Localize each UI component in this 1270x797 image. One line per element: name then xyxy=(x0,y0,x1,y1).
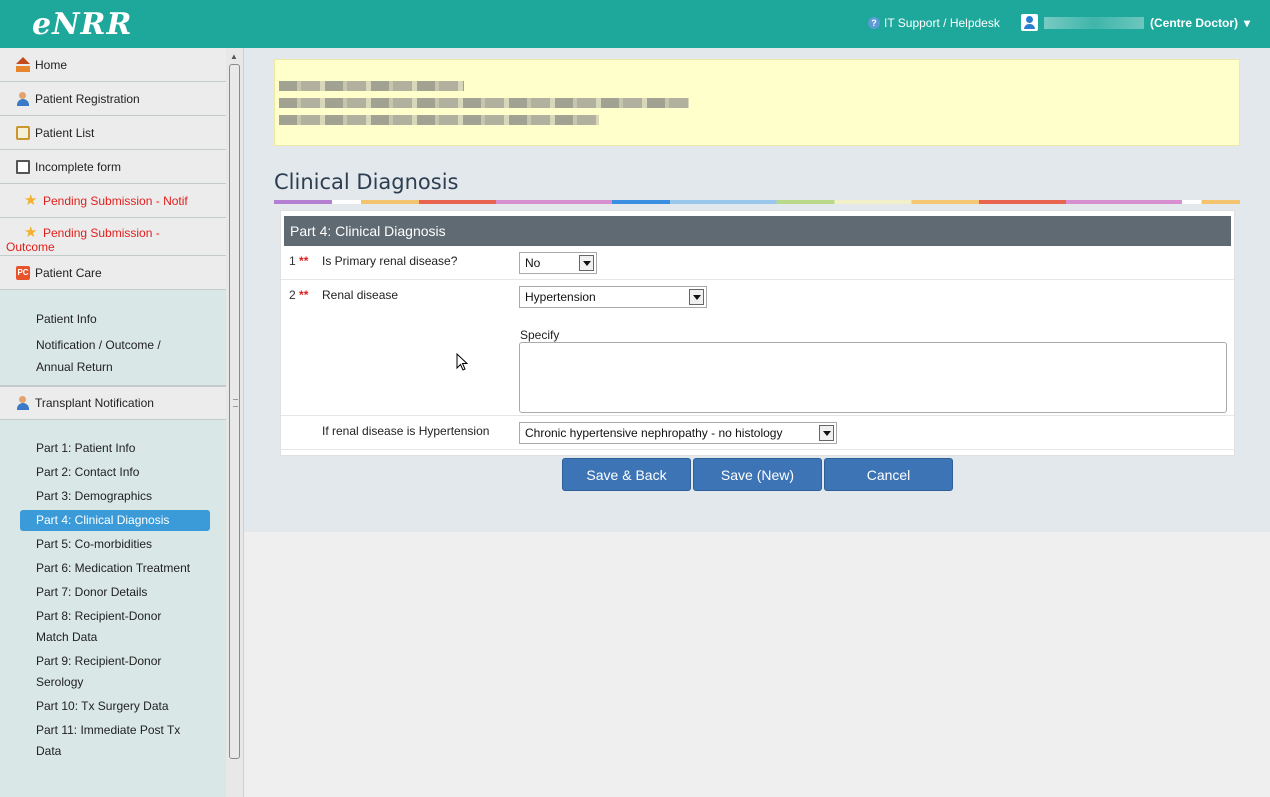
specify-label: Specify xyxy=(520,328,560,342)
sidebar-item-label: Transplant Notification xyxy=(35,396,154,410)
sub-item-part-6[interactable]: Part 6: Medication Treatment xyxy=(0,558,226,579)
form-card: Part 4: Clinical Diagnosis 1 ** Is Prima… xyxy=(280,210,1235,456)
list-icon xyxy=(16,125,30,140)
helpdesk-label: IT Support / Helpdesk xyxy=(884,16,1000,30)
chevron-down-icon xyxy=(689,289,704,305)
star-icon: ★ xyxy=(24,224,38,241)
transplant-submenu: Part 1: Patient Info Part 2: Contact Inf… xyxy=(0,420,226,762)
sub-item-part-11[interactable]: Part 11: Immediate Post Tx xyxy=(0,720,226,741)
sidebar-item-label: Pending Submission - xyxy=(43,226,160,240)
scroll-up-icon[interactable]: ▲ xyxy=(230,52,238,61)
main-content: Clinical Diagnosis Part 4: Clinical Diag… xyxy=(244,48,1270,532)
question-label: Renal disease xyxy=(322,288,399,302)
sub-item-part-1[interactable]: Part 1: Patient Info xyxy=(0,438,226,459)
sub-item-part-9-cont[interactable]: Serology xyxy=(0,672,226,693)
sidebar-item-transplant-notification[interactable]: Transplant Notification xyxy=(0,386,226,420)
scrollbar-thumb[interactable] xyxy=(229,64,240,759)
star-icon: ★ xyxy=(24,191,38,209)
sub-item-annual-return[interactable]: Annual Return xyxy=(0,356,226,378)
pc-icon: PC xyxy=(16,265,30,280)
primary-renal-disease-select[interactable]: No xyxy=(519,252,597,274)
form-row-q3: If renal disease is Hypertension Chronic… xyxy=(281,417,1234,450)
user-menu[interactable]: (Centre Doctor) ▾ xyxy=(1021,14,1250,31)
required-marker: ** xyxy=(299,254,309,268)
redacted-text xyxy=(279,81,464,91)
sub-item-part-7[interactable]: Part 7: Donor Details xyxy=(0,582,226,603)
clipboard-icon xyxy=(16,159,30,174)
sub-item-part-5[interactable]: Part 5: Co-morbidities xyxy=(0,534,226,555)
save-new-button[interactable]: Save (New) xyxy=(693,458,822,491)
person-icon xyxy=(16,91,30,106)
grip-icon xyxy=(233,399,238,407)
chevron-down-icon xyxy=(819,425,834,441)
sub-item-part-8-cont[interactable]: Match Data xyxy=(0,627,226,648)
patient-care-submenu: Patient Info Notification / Outcome / An… xyxy=(0,290,226,386)
save-back-button[interactable]: Save & Back xyxy=(562,458,691,491)
sidebar-item-label: Incomplete form xyxy=(35,159,122,174)
redacted-text xyxy=(279,98,689,108)
sub-item-part-8[interactable]: Part 8: Recipient-Donor xyxy=(0,606,226,627)
helpdesk-link[interactable]: ? IT Support / Helpdesk xyxy=(868,16,1000,30)
sidebar: Home Patient Registration Patient List I… xyxy=(0,48,226,797)
sidebar-item-label: Patient List xyxy=(35,125,95,140)
sidebar-item-pending-notif[interactable]: ★ Pending Submission - Notif xyxy=(0,184,226,218)
user-role: (Centre Doctor) xyxy=(1150,15,1239,30)
patient-info-banner xyxy=(274,59,1240,146)
top-bar: eNRR ? IT Support / Helpdesk (Centre Doc… xyxy=(0,0,1270,48)
sub-item-part-10[interactable]: Part 10: Tx Surgery Data xyxy=(0,696,226,717)
sidebar-item-patient-list[interactable]: Patient List xyxy=(0,116,226,150)
page-title: Clinical Diagnosis xyxy=(274,170,459,194)
sub-item-part-3[interactable]: Part 3: Demographics xyxy=(0,486,226,507)
required-marker: ** xyxy=(299,288,309,302)
sub-item-patient-info[interactable]: Patient Info xyxy=(0,308,226,330)
question-label: Is Primary renal disease? xyxy=(322,254,458,268)
select-value: Chronic hypertensive nephropathy - no hi… xyxy=(525,426,783,440)
sidebar-item-label: Outcome xyxy=(6,240,55,254)
sub-item-part-11-cont[interactable]: Data xyxy=(0,741,226,762)
sub-item-part-9[interactable]: Part 9: Recipient-Donor xyxy=(0,651,226,672)
sidebar-item-label: Home xyxy=(35,57,68,72)
select-value: No xyxy=(525,256,541,270)
person-icon xyxy=(16,396,30,410)
app-logo[interactable]: eNRR xyxy=(32,7,132,42)
select-value: Hypertension xyxy=(525,290,596,304)
sidebar-item-label: Patient Care xyxy=(35,265,102,280)
sidebar-item-pending-outcome[interactable]: ★ Pending Submission - Outcome xyxy=(0,218,226,256)
sub-item-part-4[interactable]: Part 4: Clinical Diagnosis xyxy=(20,510,210,531)
cancel-button[interactable]: Cancel xyxy=(824,458,953,491)
specify-textarea[interactable] xyxy=(519,342,1227,413)
help-icon: ? xyxy=(868,17,880,29)
home-icon xyxy=(16,56,30,72)
chevron-down-icon xyxy=(579,255,594,271)
sidebar-item-home[interactable]: Home xyxy=(0,48,226,82)
sidebar-scrollbar[interactable]: ▲ xyxy=(226,48,244,797)
sidebar-item-label: Pending Submission - Notif xyxy=(43,193,188,208)
hypertension-type-select[interactable]: Chronic hypertensive nephropathy - no hi… xyxy=(519,422,837,444)
sidebar-item-incomplete-form[interactable]: Incomplete form xyxy=(0,150,226,184)
sub-item-notification-outcome[interactable]: Notification / Outcome / xyxy=(0,334,226,356)
question-number: 2 ** xyxy=(289,288,309,302)
question-number: 1 ** xyxy=(289,254,309,268)
chevron-down-icon: ▾ xyxy=(1244,15,1251,30)
sidebar-item-patient-care[interactable]: PC Patient Care xyxy=(0,256,226,290)
title-underline xyxy=(274,200,1240,204)
sidebar-item-label: Patient Registration xyxy=(35,91,140,106)
sub-item-part-2[interactable]: Part 2: Contact Info xyxy=(0,462,226,483)
cursor-arrow-icon xyxy=(456,353,469,371)
redacted-text xyxy=(279,115,599,125)
section-header: Part 4: Clinical Diagnosis xyxy=(284,216,1231,246)
sidebar-item-patient-registration[interactable]: Patient Registration xyxy=(0,82,226,116)
user-icon xyxy=(1021,14,1038,31)
form-row-q1: 1 ** Is Primary renal disease? No xyxy=(281,247,1234,280)
user-name-redacted xyxy=(1044,16,1144,29)
renal-disease-select[interactable]: Hypertension xyxy=(519,286,707,308)
question-label: If renal disease is Hypertension xyxy=(322,424,490,438)
form-row-q2: 2 ** Renal disease Hypertension Specify xyxy=(281,281,1234,416)
